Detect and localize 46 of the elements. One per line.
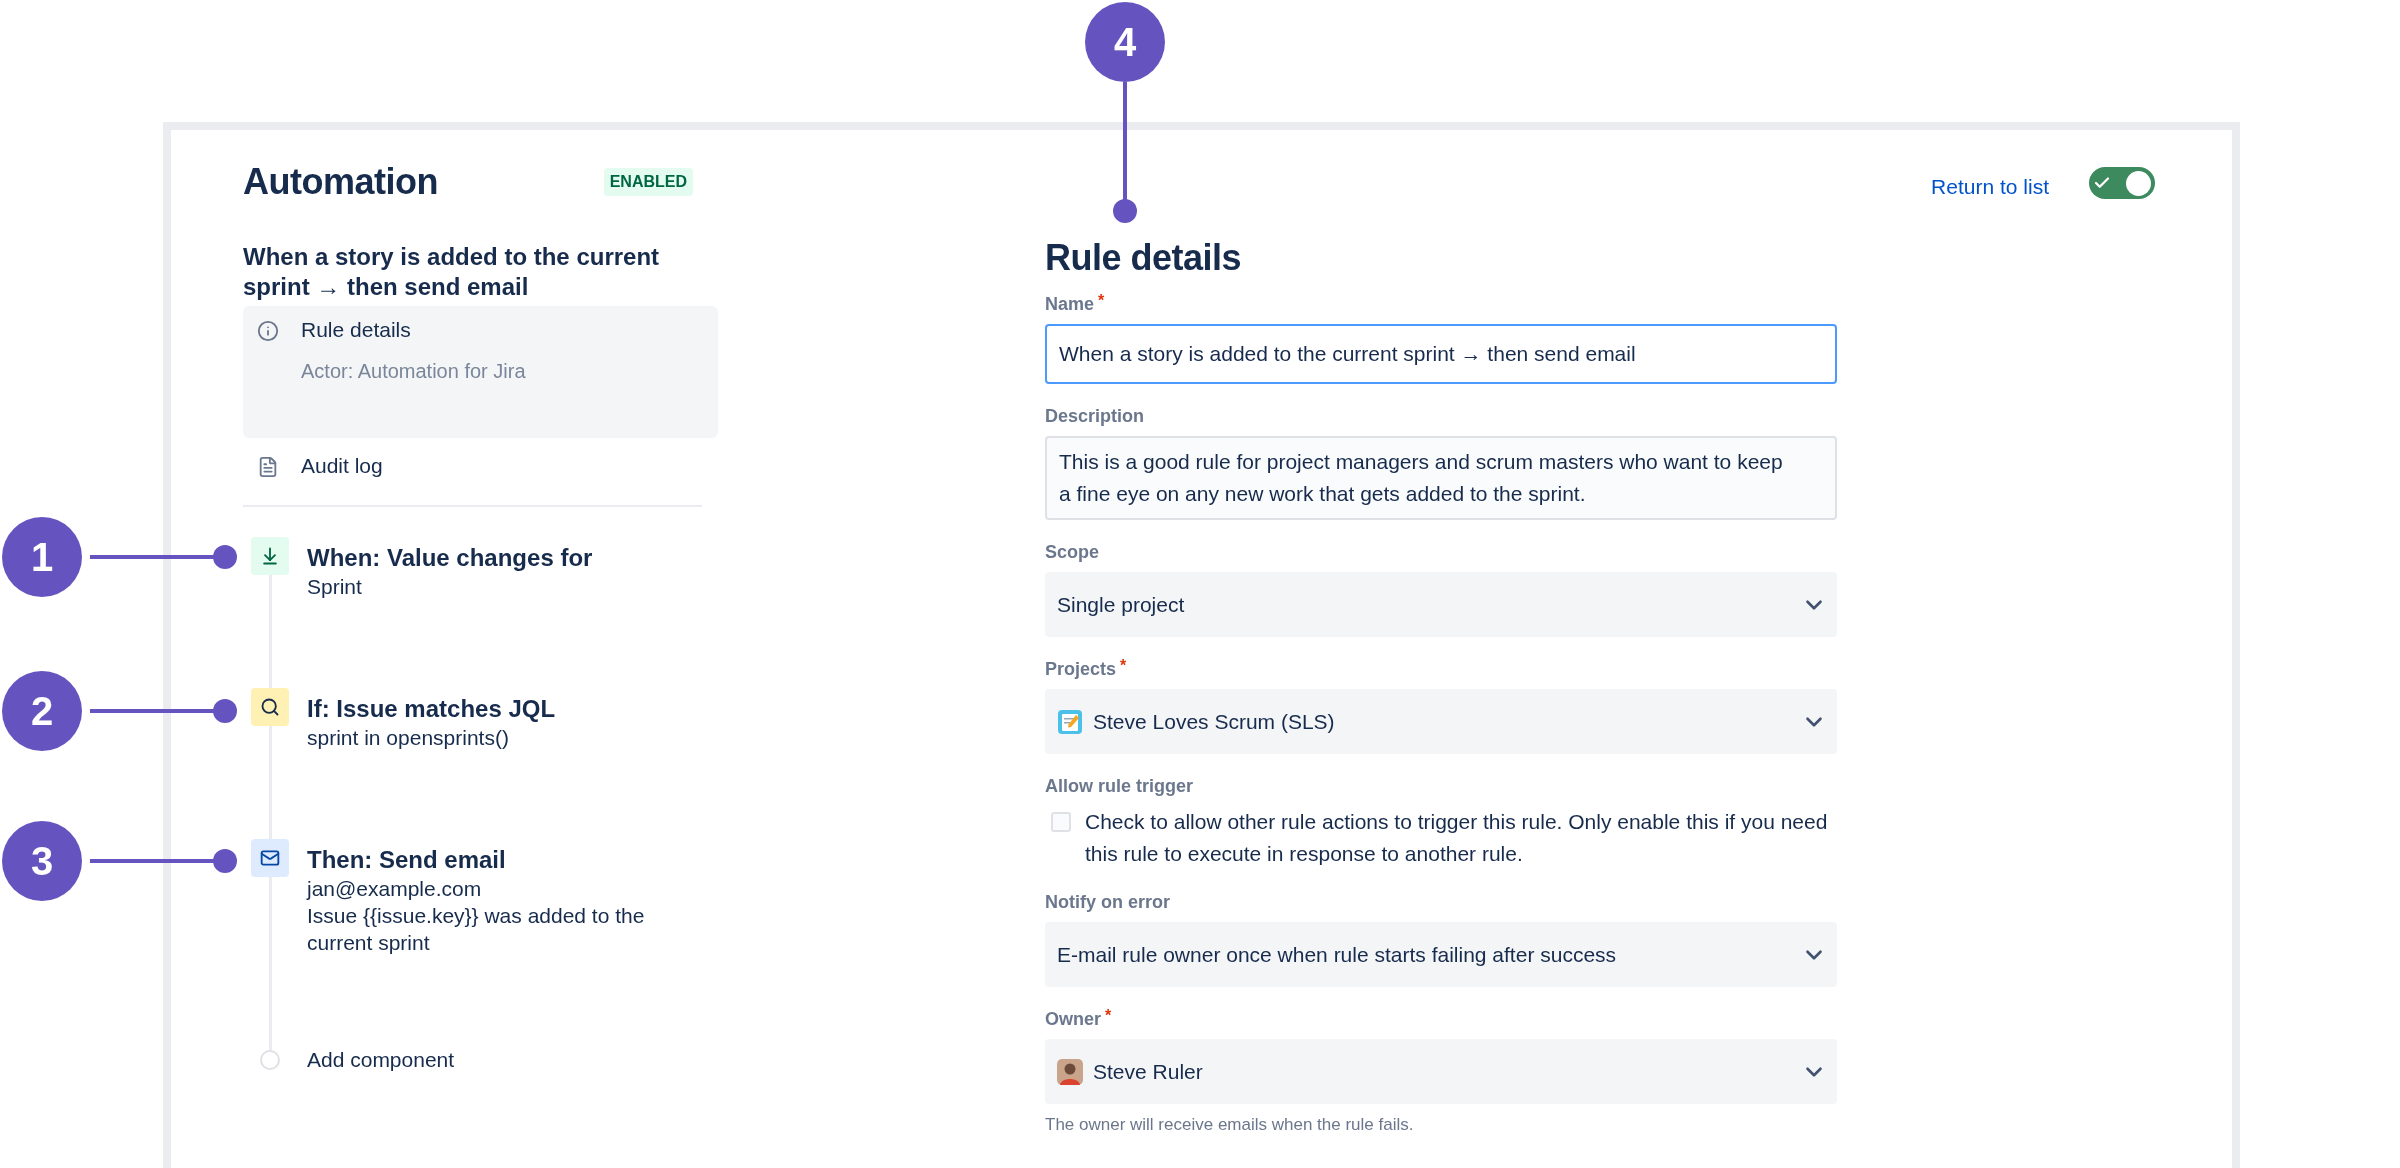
- notepad-icon: [1057, 708, 1083, 735]
- callout-marker: 3: [2, 821, 82, 901]
- field-label: Allow rule trigger: [1045, 775, 1194, 798]
- description-field[interactable]: This is a good rule for project managers and scrum masters who want to keep a fine eye on any new work that gets added to the sprint.: [1045, 436, 1837, 520]
- page-title: Automation: [243, 160, 438, 204]
- callout-marker: 1: [2, 517, 82, 597]
- add-component-link[interactable]: Add component: [307, 1044, 455, 1076]
- checkbox-label: Check to allow other rule actions to trigger this rule. Only enable this if you need this rule to execute in response to another rule.: [1085, 809, 1829, 867]
- toggle-switch[interactable]: [2089, 167, 2155, 199]
- section-heading: Rule details: [1045, 236, 1243, 280]
- component-title[interactable]: When: Value changes for: [307, 543, 687, 573]
- callout-marker: 4: [1085, 2, 1165, 82]
- field-label: Scope: [1045, 541, 1100, 564]
- field-label: Owner: [1045, 1008, 1101, 1031]
- component-detail: jan@example.com: [307, 876, 483, 902]
- required-mark: *: [1105, 1007, 1112, 1025]
- nav-item[interactable]: Rule details Actor: Automation for Jira: [243, 306, 718, 438]
- nav-sublabel: Actor: Automation for Jira: [301, 358, 526, 384]
- avatar-icon: [1057, 1058, 1083, 1085]
- rule-title: When a story is added to the current sprint → then send email: [243, 242, 661, 302]
- callout-marker: 2: [2, 671, 82, 751]
- arrow-down-icon: [251, 537, 289, 575]
- select-field[interactable]: E-mail rule owner once when rule starts failing after success: [1045, 922, 1837, 987]
- status-label: ENABLED: [603, 168, 693, 196]
- field-label: Projects: [1045, 658, 1117, 681]
- required-mark: *: [1120, 657, 1127, 675]
- component-title[interactable]: Then: Send email: [307, 845, 687, 875]
- component-detail: Issue {{issue.key}} was added to the current sprint: [307, 903, 646, 956]
- checkbox[interactable]: [1051, 812, 1071, 832]
- component-title[interactable]: If: Issue matches JQL: [307, 694, 687, 724]
- document-icon: [257, 455, 279, 478]
- field-label: Description: [1045, 405, 1145, 428]
- field-label: Name: [1045, 293, 1095, 316]
- mail-icon: [251, 839, 289, 877]
- info-icon: [257, 320, 279, 342]
- search-icon: [251, 688, 289, 726]
- component-detail: Sprint: [307, 574, 363, 600]
- return-to-list-link[interactable]: Return to list: [1931, 171, 2049, 203]
- select-field[interactable]: Steve Ruler: [1045, 1039, 1837, 1104]
- name-input[interactable]: When a story is added to the current sprint → then send email: [1045, 324, 1837, 384]
- required-mark: *: [1098, 292, 1105, 310]
- field-label: Notify on error: [1045, 891, 1170, 914]
- component-detail: sprint in opensprints(): [307, 725, 510, 751]
- select-field[interactable]: Single project: [1045, 572, 1837, 637]
- helper-text: The owner will receive emails when the rule fails.: [1045, 1114, 1415, 1136]
- select-field[interactable]: Steve Loves Scrum (SLS): [1045, 689, 1837, 754]
